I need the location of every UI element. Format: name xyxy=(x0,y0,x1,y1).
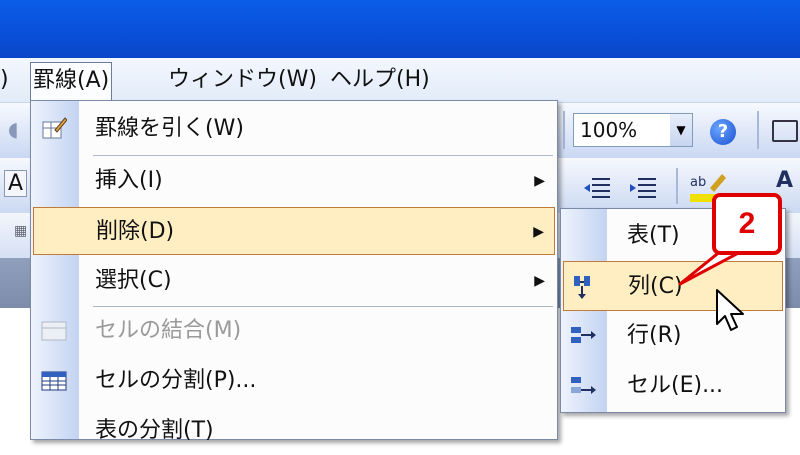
menu-item-label: 削除(D) xyxy=(96,219,175,244)
delete-column-icon xyxy=(574,276,590,299)
menu-item-label: 挿入(I) xyxy=(95,168,163,193)
menu-item-help[interactable]: ヘルプ(H) xyxy=(330,62,430,98)
menu-item-window[interactable]: ウィンドウ(W) xyxy=(168,62,317,98)
step-callout: 2 xyxy=(712,193,782,255)
title-bar xyxy=(0,0,800,58)
menu-item-label: 表の分割(T) xyxy=(95,418,214,443)
zoom-value: 100% xyxy=(580,118,638,142)
menu-item-label: 選択(C) xyxy=(95,268,172,293)
menu-item-draw-lines[interactable]: 罫線を引く(W) xyxy=(33,105,555,153)
menu-item-delete[interactable]: 削除(D) ▶ xyxy=(33,207,555,255)
help-icon[interactable]: ? xyxy=(710,119,736,145)
menu-item-split-table[interactable]: 表の分割(T) xyxy=(33,407,555,455)
submenu-arrow-icon: ▶ xyxy=(534,173,545,189)
split-cells-icon xyxy=(41,371,67,391)
chevron-down-icon[interactable]: ▼ xyxy=(670,114,692,146)
increase-indent-icon[interactable] xyxy=(628,176,658,200)
menu-separator xyxy=(93,155,553,156)
menu-item-select[interactable]: 選択(C) ▶ xyxy=(33,257,555,305)
svg-text:ab: ab xyxy=(690,175,706,190)
toolbar-separator xyxy=(676,168,678,204)
merge-cells-icon xyxy=(41,321,67,341)
toolbar-separator xyxy=(563,111,565,149)
toolbar-separator xyxy=(757,111,759,149)
submenu-item-label: 表(T) xyxy=(627,223,680,248)
menu-item-split-cells[interactable]: セルの分割(P)... xyxy=(33,357,555,405)
submenu-item-cell[interactable]: セル(E)... xyxy=(563,361,783,411)
submenu-item-label: セル(E)... xyxy=(627,373,724,398)
submenu-item-label: 行(R) xyxy=(627,323,682,348)
mouse-cursor-icon xyxy=(716,289,744,331)
submenu-item-label: 列(C) xyxy=(628,274,683,299)
menu-item-label: 罫線を引く(W) xyxy=(95,116,244,141)
font-style-button[interactable]: A xyxy=(4,170,28,197)
menu-item-table-lines[interactable]: 罫線(A) xyxy=(30,62,113,101)
book-icon[interactable] xyxy=(772,120,798,142)
menu-item-label: セルの結合(M) xyxy=(95,318,242,343)
submenu-arrow-icon: ▶ xyxy=(533,224,544,240)
menu-item-partial[interactable]: ) xyxy=(0,62,9,98)
delete-row-icon xyxy=(571,327,596,343)
table-lines-menu: 罫線を引く(W) 挿入(I) ▶ 削除(D) ▶ 選択(C) ▶ セルの結合(M… xyxy=(30,100,558,443)
toolbar-icon-partial[interactable]: ◖ xyxy=(8,117,19,141)
submenu-arrow-icon: ▶ xyxy=(534,273,545,289)
menu-bar: ) 罫線(A) ウィンドウ(W) ヘルプ(H) xyxy=(0,58,800,103)
menu-item-insert[interactable]: 挿入(I) ▶ xyxy=(33,157,555,205)
pencil-icon xyxy=(42,117,67,139)
delete-cell-icon xyxy=(571,377,596,394)
decrease-indent-icon[interactable] xyxy=(582,176,612,200)
tab-selector-icon[interactable]: ▦ xyxy=(14,223,27,239)
menu-item-label: セルの分割(P)... xyxy=(95,368,257,393)
font-color-icon[interactable]: A xyxy=(776,168,793,193)
menu-item-merge-cells[interactable]: セルの結合(M) xyxy=(33,307,555,355)
